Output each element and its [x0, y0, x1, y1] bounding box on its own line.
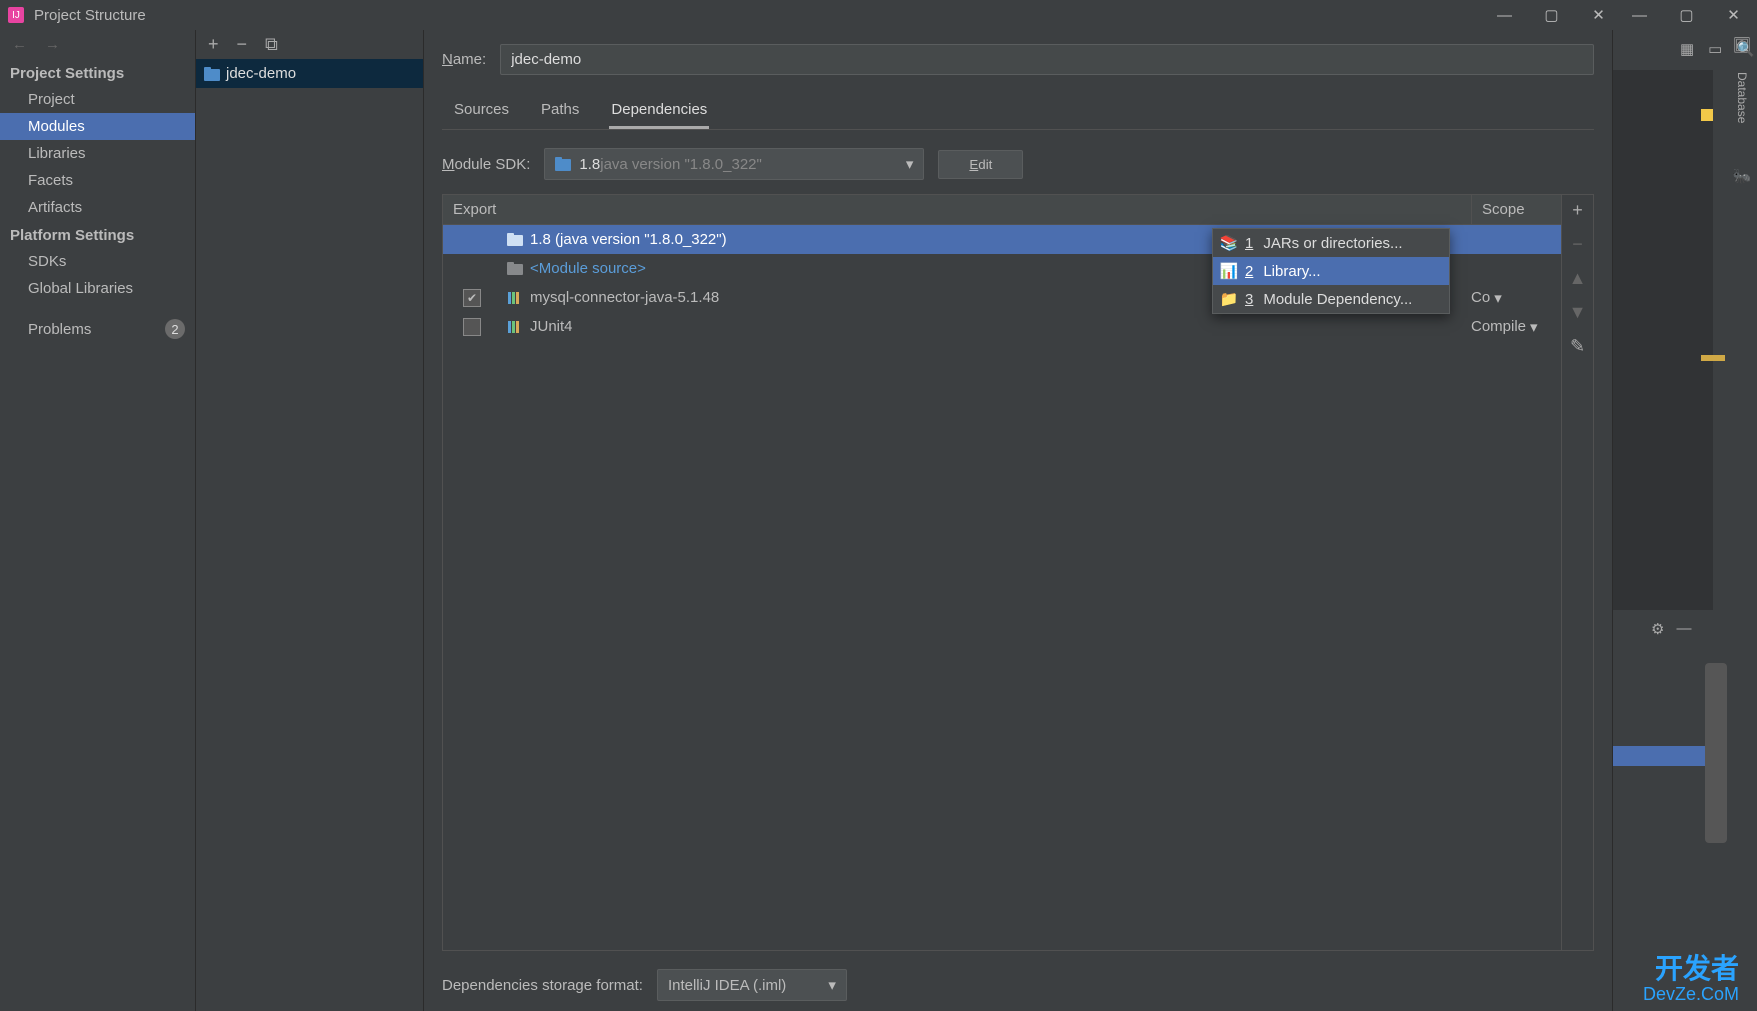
move-down-button[interactable]: ▼	[1567, 301, 1589, 323]
folder-icon	[507, 233, 523, 246]
warning-marker-icon	[1701, 109, 1713, 121]
copy-module-icon[interactable]: ⧉	[265, 34, 278, 55]
dialog-close-icon[interactable]: ✕	[1575, 0, 1622, 30]
remove-dependency-button[interactable]: −	[1567, 233, 1589, 255]
watermark: 开发者 DevZe.CoM	[1643, 954, 1739, 1005]
dependency-name: JUnit4	[530, 318, 1471, 335]
chevron-down-icon: ▾	[906, 155, 914, 173]
dialog-title: Project Structure	[34, 7, 146, 24]
nav-sdks[interactable]: SDKs	[0, 248, 195, 275]
database-label[interactable]: Database	[1735, 72, 1749, 123]
library-icon	[507, 320, 523, 334]
export-checkbox[interactable]: ✔	[463, 289, 481, 307]
module-sdk-label: Module SDK:	[442, 156, 530, 173]
dialog-minimize-icon[interactable]: —	[1481, 0, 1528, 30]
popup-item[interactable]: 📊2Library...	[1213, 257, 1449, 285]
add-dependency-popup: 📚1JARs or directories...📊2Library...📁3Mo…	[1212, 228, 1450, 314]
popup-item[interactable]: 📁3Module Dependency...	[1213, 285, 1449, 313]
popup-item-icon: 📁	[1221, 290, 1237, 308]
settings-sidebar: ← → Project Settings Project Modules Lib…	[0, 30, 196, 1011]
module-list: + − ⧉ jdec-demo	[196, 30, 424, 1011]
forward-icon[interactable]: →	[45, 36, 60, 53]
problems-count-badge: 2	[165, 319, 185, 339]
collapse-icon[interactable]: —	[1676, 620, 1691, 638]
section-platform-settings: Platform Settings	[0, 221, 195, 248]
nav-libraries[interactable]: Libraries	[0, 140, 195, 167]
window-minimize-icon[interactable]: —	[1616, 0, 1663, 30]
tab-paths[interactable]: Paths	[539, 93, 581, 129]
nav-problems[interactable]: Problems 2	[0, 314, 195, 344]
tab-bar: Sources Paths Dependencies	[442, 93, 1594, 130]
ant-icon[interactable]: 🐜	[1733, 167, 1752, 185]
module-detail: Name: Sources Paths Dependencies Module …	[424, 30, 1613, 1011]
popup-item[interactable]: 📚1JARs or directories...	[1213, 229, 1449, 257]
dependency-row[interactable]: JUnit4Compile▾	[443, 312, 1561, 341]
module-row[interactable]: jdec-demo	[196, 59, 423, 88]
folder-icon	[555, 157, 571, 171]
dialog-maximize-icon[interactable]: ▢	[1528, 0, 1575, 30]
folder-icon	[204, 67, 220, 81]
nav-global-libraries[interactable]: Global Libraries	[0, 275, 195, 302]
popup-item-icon: 📊	[1221, 262, 1237, 280]
nav-artifacts[interactable]: Artifacts	[0, 194, 195, 221]
add-module-icon[interactable]: +	[208, 34, 219, 55]
storage-format-select[interactable]: IntelliJ IDEA (.iml) ▾	[657, 969, 847, 1001]
name-label: Name:	[442, 51, 486, 68]
chevron-down-icon: ▾	[828, 976, 836, 994]
gear-icon[interactable]: ⚙	[1651, 620, 1664, 638]
window-close-icon[interactable]: ✕	[1710, 0, 1757, 30]
tab-sources[interactable]: Sources	[452, 93, 511, 129]
section-project-settings: Project Settings	[0, 59, 195, 86]
edit-sdk-button[interactable]: Edit	[938, 150, 1023, 179]
back-icon[interactable]: ←	[12, 36, 27, 53]
nav-facets[interactable]: Facets	[0, 167, 195, 194]
editor-minimap-area: ⚙ —	[1613, 30, 1727, 1011]
window-maximize-icon[interactable]: ▢	[1663, 0, 1710, 30]
column-scope[interactable]: Scope	[1471, 195, 1561, 224]
tab-dependencies[interactable]: Dependencies	[609, 93, 709, 129]
scope-select[interactable]: Compile▾	[1471, 318, 1561, 336]
module-sdk-select[interactable]: 1.8 java version "1.8.0_322" ▾	[544, 148, 924, 180]
folder-icon	[507, 262, 523, 275]
gutter-marker	[1701, 355, 1725, 361]
window-icon[interactable]: ▭	[1708, 40, 1722, 58]
column-export[interactable]: Export	[443, 195, 1471, 224]
scrollbar[interactable]	[1705, 663, 1727, 843]
module-name-input[interactable]	[500, 44, 1594, 75]
storage-format-label: Dependencies storage format:	[442, 977, 643, 994]
move-up-button[interactable]: ▲	[1567, 267, 1589, 289]
dialog-titlebar: IJ Project Structure — ▢ ✕ — ▢ ✕	[0, 0, 1757, 30]
nav-project[interactable]: Project	[0, 86, 195, 113]
remove-module-icon[interactable]: −	[237, 34, 248, 55]
nav-modules[interactable]: Modules	[0, 113, 195, 140]
filter-icon[interactable]: ▦	[1680, 40, 1694, 58]
search-icon[interactable]: 🔍	[1736, 40, 1755, 58]
popup-item-icon: 📚	[1221, 234, 1237, 252]
scope-select[interactable]: Co▾	[1471, 289, 1561, 307]
export-checkbox[interactable]	[463, 318, 481, 336]
add-dependency-button[interactable]: +	[1567, 199, 1589, 221]
right-toolstrip: 🗄 Database 🐜	[1727, 30, 1757, 1011]
library-icon	[507, 291, 523, 305]
edit-dependency-button[interactable]: ✎	[1567, 335, 1589, 357]
app-logo-icon: IJ	[8, 7, 24, 23]
